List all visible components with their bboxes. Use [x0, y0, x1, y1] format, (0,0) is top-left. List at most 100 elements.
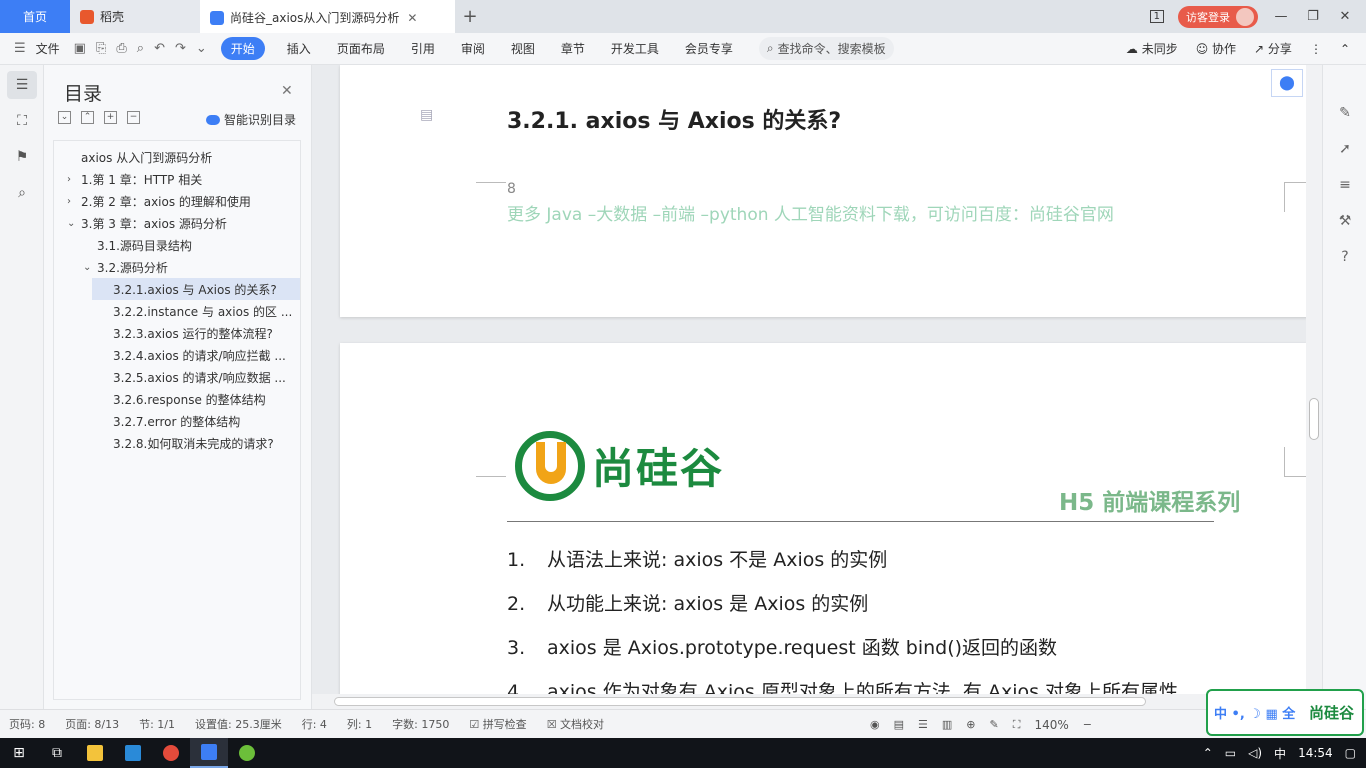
volume-icon[interactable]: ◁) [1248, 746, 1262, 760]
toc-item[interactable]: 3.2.7.error 的整体结构 [54, 410, 300, 432]
clock-time[interactable]: 14:54 [1298, 746, 1333, 760]
more-options-icon[interactable]: ⋮ [1310, 42, 1322, 56]
unsync-button[interactable]: ☁ 未同步 [1126, 40, 1178, 57]
restore-button[interactable]: ❐ [1304, 9, 1322, 24]
vscode-icon[interactable] [114, 738, 152, 768]
zoom-out-icon[interactable]: − [1083, 718, 1092, 731]
toc-item[interactable]: axios 从入门到源码分析 [54, 146, 300, 168]
edit-icon[interactable]: ✎ [1323, 95, 1366, 131]
tab-member[interactable]: 会员专享 [685, 40, 733, 57]
list-item[interactable]: 3. axios 是 Axios.prototype.request 函数 bin… [507, 633, 1057, 660]
preview-icon[interactable]: ⌕ [137, 41, 144, 56]
export-icon[interactable]: ⎘ [96, 41, 106, 56]
window-count-badge[interactable]: 1 [1149, 10, 1164, 23]
tools-icon[interactable]: ⚒ [1323, 203, 1366, 239]
proofread-button[interactable]: ☒ 文档校对 [547, 716, 604, 732]
toc-item[interactable]: ⌄ 3.第 3 章：axios 源码分析 [54, 212, 300, 234]
clover-app-icon[interactable] [228, 738, 266, 768]
tab-view[interactable]: 视图 [511, 40, 535, 57]
vertical-scrollbar[interactable] [1306, 65, 1322, 709]
page[interactable]: 尚硅谷 H5 前端课程系列 1. 从语法上来说: axios 不是 Axios 的… [340, 343, 1308, 709]
list-item[interactable]: 2. 从功能上来说: axios 是 Axios 的实例 [507, 589, 868, 616]
tab-insert[interactable]: 插入 [287, 40, 311, 57]
toc-collapse-icon[interactable]: ⌃ [81, 111, 94, 124]
tray-expand-icon[interactable]: ⌃ [1203, 746, 1213, 760]
zoom-level[interactable]: 140% [1034, 718, 1068, 732]
tab-start[interactable]: 开始 [220, 37, 265, 60]
toc-item[interactable]: 3.2.4.axios 的请求/响应拦截 ... [54, 344, 300, 366]
document-area[interactable]: ▤ 3.2.1. axios 与 Axios 的关系? 8 更多 Java –大… [312, 65, 1366, 709]
toc-item[interactable]: 3.2.6.response 的整体结构 [54, 388, 300, 410]
help-icon[interactable]: ? [1323, 239, 1366, 275]
expand-arrow-icon[interactable]: › [67, 174, 81, 185]
web-view-icon[interactable]: ⊕ [966, 718, 975, 731]
file-menu[interactable]: 文件 [36, 40, 60, 57]
collapse-ribbon-icon[interactable]: ⌃ [1340, 42, 1350, 56]
fit-page-icon[interactable]: ⛶ [1013, 718, 1021, 732]
toc-item[interactable]: › 2.第 2 章：axios 的理解和使用 [54, 190, 300, 212]
new-tab-button[interactable]: + [455, 0, 485, 33]
ime-mode[interactable]: 中 •, ☽ ▦ 全 [1214, 703, 1295, 722]
toc-toggle-icon[interactable]: ☰ [7, 71, 37, 99]
ime-toolbar[interactable]: 中 •, ☽ ▦ 全 尚硅谷 [1206, 689, 1364, 736]
wps-writer-icon[interactable] [190, 738, 228, 768]
share-button[interactable]: ↗ 分享 [1254, 40, 1292, 57]
expand-arrow-icon[interactable]: › [67, 196, 81, 207]
toc-close-icon[interactable]: ✕ [281, 83, 293, 99]
smart-toc-button[interactable]: 智能识别目录 [206, 111, 296, 128]
page[interactable]: ▤ 3.2.1. axios 与 Axios 的关系? 8 更多 Java –大… [340, 65, 1308, 317]
section-heading[interactable]: 3.2.1. axios 与 Axios 的关系? [507, 103, 841, 135]
toc-item[interactable]: ⌄ 3.2.源码分析 [54, 256, 300, 278]
guest-login-button[interactable]: 访客登录 [1178, 5, 1258, 28]
print-icon[interactable]: ⎙ [116, 41, 126, 56]
more-icon[interactable]: ⌄ [196, 41, 207, 56]
navigation-icon[interactable]: ⛶ [7, 107, 37, 135]
outline-view-icon[interactable]: ☰ [918, 718, 928, 731]
list-item[interactable]: 1. 从语法上来说: axios 不是 Axios 的实例 [507, 545, 887, 572]
tab-close-icon[interactable]: ✕ [407, 11, 417, 25]
toc-item[interactable]: 3.2.3.axios 运行的整体流程? [54, 322, 300, 344]
tab-home[interactable]: 首页 [0, 0, 70, 33]
status-pages[interactable]: 页面: 8/13 [65, 716, 119, 732]
redo-icon[interactable]: ↷ [175, 41, 186, 56]
page-icon[interactable]: ▤ [420, 107, 433, 123]
status-words[interactable]: 字数: 1750 [392, 716, 449, 732]
file-explorer-icon[interactable] [76, 738, 114, 768]
tab-daoke[interactable]: 稻壳 [70, 0, 200, 33]
toc-remove-icon[interactable]: − [127, 111, 140, 124]
toc-add-icon[interactable]: + [104, 111, 117, 124]
network-icon[interactable]: ▭ [1225, 746, 1236, 760]
horizontal-scroll-thumb[interactable] [334, 697, 1146, 706]
collapse-arrow-icon[interactable]: ⌄ [67, 218, 81, 229]
horizontal-scrollbar[interactable] [312, 694, 1306, 709]
toc-item-selected[interactable]: 3.2.1.axios 与 Axios 的关系? [92, 278, 300, 300]
toc-item[interactable]: › 1.第 1 章：HTTP 相关 [54, 168, 300, 190]
chrome-icon[interactable] [152, 738, 190, 768]
write-view-icon[interactable]: ✎ [990, 718, 999, 731]
minimize-button[interactable]: — [1272, 9, 1290, 24]
task-view-icon[interactable]: ⧉ [38, 738, 76, 768]
tab-document[interactable]: 尚硅谷_axios从入门到源码分析 ✕ [200, 0, 455, 33]
find-icon[interactable]: ⌕ [7, 179, 37, 207]
vertical-scroll-thumb[interactable] [1309, 398, 1319, 440]
collab-button[interactable]: ☺ 协作 [1196, 40, 1236, 57]
menu-icon[interactable]: ☰ [14, 41, 26, 56]
spell-check-button[interactable]: ☑ 拼写检查 [469, 716, 526, 732]
close-window-button[interactable]: ✕ [1336, 9, 1354, 24]
tab-developer[interactable]: 开发工具 [611, 40, 659, 57]
tab-chapter[interactable]: 章节 [561, 40, 585, 57]
tab-review[interactable]: 审阅 [461, 40, 485, 57]
tab-references[interactable]: 引用 [411, 40, 435, 57]
settings-sliders-icon[interactable]: ≡ [1323, 167, 1366, 203]
toc-item[interactable]: 3.1.源码目录结构 [54, 234, 300, 256]
eye-protect-icon[interactable]: ◉ [870, 718, 880, 731]
status-page[interactable]: 页码: 8 [9, 716, 45, 732]
undo-icon[interactable]: ↶ [154, 41, 165, 56]
toc-expand-icon[interactable]: ⌄ [58, 111, 71, 124]
tab-layout[interactable]: 页面布局 [337, 40, 385, 57]
bookmark-icon[interactable]: ⚑ [7, 143, 37, 171]
toc-item[interactable]: 3.2.8.如何取消未完成的请求? [54, 432, 300, 454]
windows-start-icon[interactable]: ⊞ [0, 738, 38, 768]
collapse-arrow-icon[interactable]: ⌄ [83, 262, 97, 273]
location-pin-icon[interactable]: ⬤ [1271, 69, 1303, 97]
